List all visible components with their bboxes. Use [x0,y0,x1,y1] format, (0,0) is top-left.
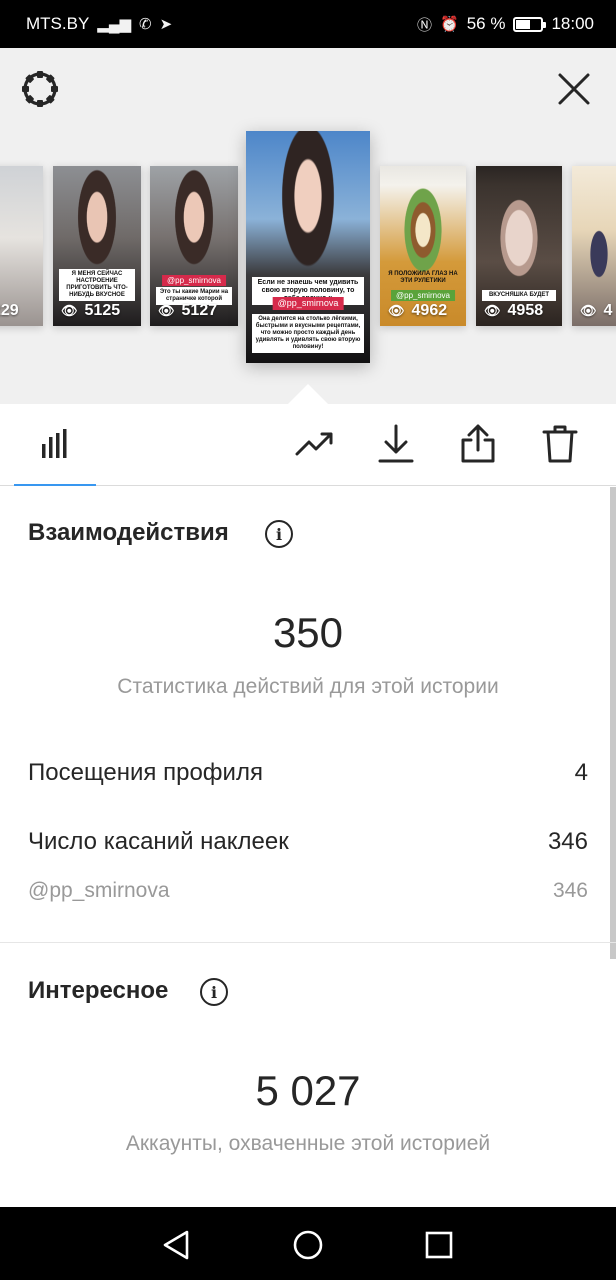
gear-icon [22,71,58,107]
home-button[interactable] [288,1225,328,1265]
sticker-value: 346 [552,879,588,902]
discovery-caption: Аккаунты, охваченные этой историей [125,1132,491,1155]
trend-up-icon [295,432,333,456]
share-icon [461,424,495,463]
story-thumbnail[interactable]: Я ПОЛОЖИЛА ГЛАЗ НА ЭТИ РУЛЕТИКИ @pp_smir… [380,166,466,326]
story-carousel: 229 Я МЕНЯ СЕЙЧАС НАСТРОЕНИЕ ПРИГОТОВИТЬ… [0,48,616,404]
battery-icon [513,16,547,32]
section-divider [0,942,616,943]
view-count: 👁 5125 [61,302,121,319]
discovery-title: Интересное [28,977,169,1004]
close-button[interactable] [552,67,596,111]
mention-tag: @pp_smirnova [391,290,455,301]
telegram-icon: ➤ [159,16,173,33]
status-right: Ⓝ ⏰ 56 % 18:00 [417,14,594,35]
active-tab-underline [14,484,96,486]
share-button[interactable] [456,422,500,466]
sticker-label: @pp_smirnova [28,879,170,902]
signal-icon: ▂▄▆ [97,16,131,33]
stat-sub-row: @pp_smirnova 346 [28,879,588,903]
back-button[interactable] [156,1225,196,1265]
info-icon[interactable]: i [265,520,293,548]
back-triangle-icon [163,1230,189,1260]
clock: 18:00 [551,14,594,33]
close-icon [558,73,590,105]
story-thumbnail[interactable]: 229 [0,166,43,326]
story-toolbar [0,404,616,486]
stat-row: Посещения профиля 4 [28,759,588,787]
system-nav-bar [0,1207,616,1280]
interactions-title: Взаимодействия [28,519,229,546]
viber-icon: ✆ [139,16,152,33]
battery-percent: 56 % [466,14,506,33]
stat-label: Посещения профиля [28,759,263,786]
nfc-icon: Ⓝ [417,16,433,34]
delete-button[interactable] [538,422,582,466]
story-caption: Она делится на столько лёгкими, быстрыми… [252,314,364,353]
story-thumbnail[interactable]: 👁 4 [572,166,616,326]
stat-value: 346 [547,828,588,855]
download-button[interactable] [374,422,418,466]
mention-tag: @pp_smirnova [162,275,226,286]
view-count: 👁 5127 [158,302,218,319]
story-thumbnail[interactable]: @pp_smirnova Это ты какие Марии на стран… [150,166,238,326]
eye-icon: 👁 [61,303,78,318]
scrollbar-thumb[interactable] [610,487,616,959]
view-count: 👁 4962 [388,302,448,319]
stat-row: Число касаний наклеек 346 [28,828,588,856]
selected-story-pointer [288,384,328,404]
eye-icon: 👁 [580,303,597,318]
tab-insights[interactable] [33,422,77,466]
view-count: 229 [0,302,19,319]
settings-button[interactable] [18,67,62,111]
promote-button[interactable] [293,422,337,466]
eye-icon: 👁 [158,303,175,318]
status-left: MTS.BY ▂▄▆ ✆ ➤ [26,14,172,34]
interactions-caption: Статистика действий для этой истории [117,675,499,698]
carrier-label: MTS.BY [26,14,90,33]
stat-label: Число касаний наклеек [28,828,289,855]
insights-panel[interactable]: Взаимодействия i 350 Статистика действий… [0,487,616,1207]
battery-fill [516,19,530,29]
story-caption: Я ПОЛОЖИЛА ГЛАЗ НА ЭТИ РУЛЕТИКИ [388,271,458,284]
story-caption: Я МЕНЯ СЕЙЧАС НАСТРОЕНИЕ ПРИГОТОВИТЬ ЧТО… [59,269,135,301]
info-icon[interactable]: i [200,978,228,1006]
eye-icon: 👁 [484,303,501,318]
stat-value: 4 [574,759,588,786]
mention-tag: @pp_smirnova [272,297,344,310]
discovery-total: 5 027 [255,1067,361,1114]
story-caption: ВКУСНЯШКА БУДЕТ [482,290,556,301]
eye-icon: 👁 [388,303,405,318]
download-icon [378,424,414,463]
alarm-icon: ⏰ [440,16,459,33]
current-story-thumbnail[interactable]: Если не знаешь чем удивить свою вторую п… [246,131,370,363]
trash-icon [542,425,578,463]
recents-square-icon [425,1231,453,1259]
status-bar: MTS.BY ▂▄▆ ✆ ➤ Ⓝ ⏰ 56 % 18:00 [0,0,616,48]
interactions-total: 350 [272,609,344,656]
story-thumbnail[interactable]: ВКУСНЯШКА БУДЕТ 👁 4958 [476,166,562,326]
recents-button[interactable] [419,1225,459,1265]
view-count: 👁 4958 [484,302,544,319]
insights-icon [42,429,67,458]
view-count: 👁 4 [580,302,613,319]
story-thumbnail[interactable]: Я МЕНЯ СЕЙЧАС НАСТРОЕНИЕ ПРИГОТОВИТЬ ЧТО… [53,166,141,326]
home-circle-icon [293,1230,323,1260]
